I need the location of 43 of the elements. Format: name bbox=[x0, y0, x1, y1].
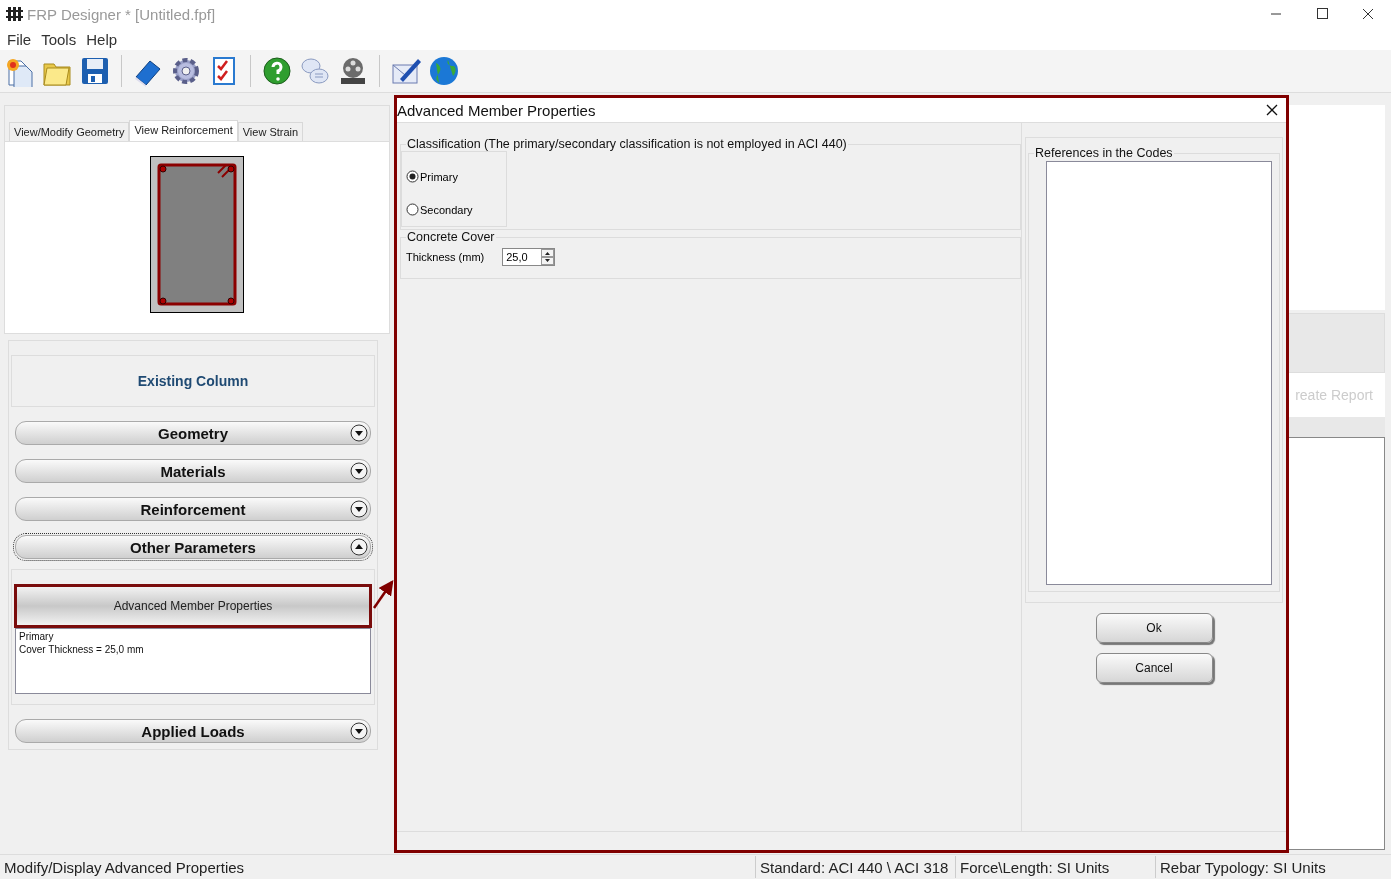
save-icon[interactable] bbox=[79, 55, 111, 87]
status-text: Modify/Display Advanced Properties bbox=[3, 858, 246, 876]
radio-button[interactable] bbox=[406, 203, 419, 216]
thickness-spin-field[interactable]: 25,0 bbox=[502, 248, 556, 266]
menu-item[interactable]: Help bbox=[81, 30, 123, 48]
help-icon[interactable] bbox=[261, 55, 293, 87]
radio-label: Secondary bbox=[420, 203, 473, 216]
view-tab[interactable]: View/Modify Geometry bbox=[9, 122, 130, 141]
app-logo-icon bbox=[6, 5, 23, 23]
radio-label: Primary bbox=[420, 170, 458, 183]
spin-arrows-icon[interactable] bbox=[541, 249, 555, 265]
close-icon[interactable] bbox=[1266, 104, 1278, 116]
window-title: FRP Designer * [Untitled.fpf] bbox=[27, 5, 217, 23]
section-header[interactable]: Geometry bbox=[15, 421, 371, 445]
chevron-down-icon bbox=[350, 722, 368, 740]
section-header[interactable]: Other Parameters bbox=[15, 535, 371, 559]
chevron-up-icon bbox=[350, 538, 368, 556]
field-label: Thickness (mm) bbox=[406, 251, 485, 263]
panel-title: Existing Column bbox=[11, 355, 375, 407]
summary-text: Primary Cover Thickness = 25,0 mm bbox=[15, 628, 371, 694]
section-header[interactable]: Applied Loads bbox=[15, 719, 371, 743]
dialog-button[interactable]: Ok bbox=[1095, 613, 1213, 643]
advanced-properties-button[interactable]: Advanced Member Properties bbox=[14, 584, 372, 628]
status-text: Rebar Typology: SI Units bbox=[1155, 856, 1391, 878]
dialog-button[interactable]: Cancel bbox=[1095, 653, 1213, 683]
group-title: Classification (The primary/secondary classification is not employed in ACI 440) bbox=[406, 137, 848, 151]
dialog-title: Advanced Member Properties bbox=[397, 101, 597, 119]
globe-icon[interactable] bbox=[428, 55, 460, 87]
section-header[interactable]: Reinforcement bbox=[15, 497, 371, 521]
menu-item[interactable]: File bbox=[2, 30, 37, 48]
menu-item[interactable]: Tools bbox=[36, 30, 82, 48]
section-header[interactable]: Materials bbox=[15, 459, 371, 483]
group-title: Concrete Cover bbox=[406, 230, 496, 244]
chevron-down-icon bbox=[350, 462, 368, 480]
radio-button[interactable] bbox=[406, 170, 419, 183]
view-tab[interactable]: View Strain bbox=[237, 122, 304, 141]
chevron-down-icon bbox=[350, 500, 368, 518]
settings-icon[interactable] bbox=[170, 55, 202, 87]
view-tab[interactable]: View Reinforcement bbox=[129, 120, 238, 141]
chevron-down-icon bbox=[350, 424, 368, 442]
status-text: Standard: ACI 440 \ ACI 318 bbox=[755, 856, 955, 878]
group-title: References in the Codes bbox=[1034, 146, 1174, 160]
status-text: Force\Length: SI Units bbox=[955, 856, 1155, 878]
